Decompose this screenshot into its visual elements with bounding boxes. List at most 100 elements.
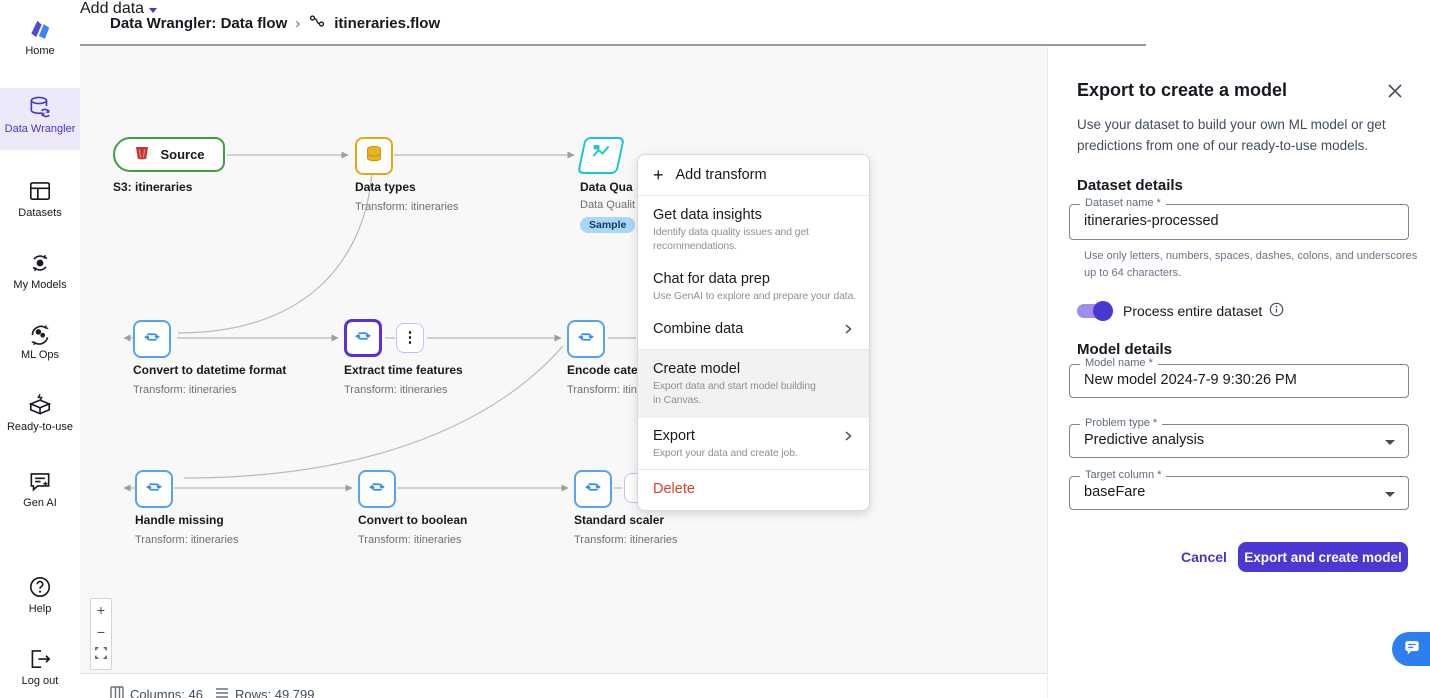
menu-item-label: Combine data — [653, 321, 744, 337]
sidebar-item-data-wrangler[interactable]: Data Wrangler — [0, 88, 80, 150]
node-label-data-quality: Data Qua Data Qualit Sample — [580, 180, 636, 233]
sidebar-item-label: Ready-to-use — [6, 421, 74, 433]
transform-loop-icon — [582, 476, 604, 503]
panel-description: Use your dataset to build your own ML mo… — [1077, 114, 1386, 156]
canvas-status-bar: Columns: 46 Rows: 49,799 — [80, 673, 1047, 698]
node-extract-time[interactable] — [344, 319, 382, 357]
sidebar-item-label: Log out — [21, 675, 59, 687]
sidebar-item-label: Help — [28, 603, 52, 615]
breadcrumb-flow-name: itineraries.flow — [334, 14, 441, 32]
node-standard-scaler[interactable] — [574, 470, 612, 508]
status-columns-label: Columns: 46 — [130, 687, 203, 698]
problem-type-select[interactable]: Problem type * Predictive analysis — [1069, 417, 1409, 458]
node-subtitle: Transform: itineraries — [355, 201, 459, 213]
close-icon[interactable] — [1386, 82, 1406, 102]
source-badge-label: Source — [160, 147, 205, 162]
node-options-kebab[interactable]: ⋮ — [396, 323, 424, 353]
sidebar-item-my-models[interactable]: My Models — [0, 244, 80, 291]
canvas-logo-icon — [0, 16, 80, 42]
node-data-quality[interactable] — [577, 137, 625, 174]
node-encode-categorical[interactable] — [567, 320, 605, 358]
menu-item-add-transform[interactable]: + Add transform — [638, 155, 869, 196]
flow-canvas[interactable]: Source S3: itineraries Data types Transf… — [80, 46, 1047, 673]
data-wrangler-icon — [0, 94, 80, 120]
menu-item-combine-data[interactable]: Combine data — [638, 312, 869, 349]
status-rows: Rows: 49,799 — [215, 686, 315, 698]
menu-item-export[interactable]: Export Export your data and create job. — [638, 418, 869, 469]
panel-title: Export to create a model — [1077, 80, 1288, 100]
chevron-right-icon — [842, 323, 854, 335]
node-label-convert-datetime: Convert to datetime format Transform: it… — [133, 363, 286, 396]
problem-type-value: Predictive analysis — [1084, 432, 1205, 448]
panel-description-line: Use your dataset to build your own ML mo… — [1077, 117, 1386, 132]
cancel-button[interactable]: Cancel — [1181, 549, 1227, 565]
zoom-out-button[interactable]: − — [91, 621, 111, 643]
dataset-name-field[interactable]: Dataset name * itineraries-processed — [1069, 197, 1409, 240]
node-label-handle-missing: Handle missing Transform: itineraries — [135, 513, 239, 546]
sidebar-item-label: Datasets — [18, 207, 62, 219]
menu-item-label: Delete — [653, 481, 695, 497]
target-column-value: baseFare — [1084, 484, 1146, 500]
transform-loop-icon — [143, 476, 165, 503]
node-convert-boolean[interactable] — [358, 470, 396, 508]
sidebar-item-ml-ops[interactable]: ML Ops — [0, 314, 80, 361]
fit-view-button[interactable] — [91, 647, 111, 669]
chevron-right-icon — [842, 430, 854, 442]
node-title: Data types — [355, 180, 416, 194]
node-convert-datetime[interactable] — [133, 320, 171, 358]
datasets-icon — [0, 178, 80, 204]
helper-line: Use only letters, numbers, spaces, dashe… — [1084, 250, 1418, 262]
node-title: Handle missing — [135, 513, 224, 527]
process-entire-dataset-toggle[interactable] — [1077, 301, 1113, 321]
sidebar-item-home[interactable]: Home — [0, 10, 80, 57]
status-rows-label: Rows: 49,799 — [235, 687, 315, 698]
menu-item-get-data-insights[interactable]: Get data insights Identify data quality … — [638, 196, 869, 262]
s3-icon — [133, 144, 151, 165]
menu-item-chat-for-data-prep[interactable]: Chat for data prep Use GenAI to explore … — [638, 262, 869, 312]
sidebar-item-gen-ai[interactable]: Gen AI — [0, 462, 80, 509]
node-handle-missing[interactable] — [135, 470, 173, 508]
flow-icon — [308, 12, 326, 34]
node-title: Encode cate — [567, 363, 638, 377]
feedback-chat-button[interactable] — [1392, 632, 1430, 666]
model-name-field[interactable]: Model name * New model 2024-7-9 9:30:26 … — [1069, 357, 1409, 398]
toggle-knob — [1093, 301, 1113, 321]
transform-loop-icon — [141, 326, 163, 353]
node-data-types[interactable] — [355, 137, 393, 175]
sidebar-item-help[interactable]: Help — [0, 568, 80, 615]
zoom-in-button[interactable]: + — [91, 599, 111, 621]
node-subtitle: Transform: itineraries — [344, 384, 448, 396]
node-subtitle: Transform: itineraries — [133, 384, 237, 396]
data-quality-chart-icon — [586, 141, 616, 170]
node-label-convert-boolean: Convert to boolean Transform: itinerarie… — [358, 513, 467, 546]
breadcrumb-separator: › — [295, 14, 301, 32]
node-title: Convert to datetime format — [133, 363, 287, 377]
export-and-create-model-button[interactable]: Export and create model — [1238, 542, 1408, 572]
chevron-down-icon — [1385, 440, 1395, 445]
target-column-select[interactable]: Target column * baseFare — [1069, 469, 1409, 510]
model-name-value: New model 2024-7-9 9:30:26 PM — [1084, 372, 1297, 388]
sidebar-item-log-out[interactable]: Log out — [0, 640, 80, 687]
chat-bubble-icon — [1402, 637, 1422, 662]
help-icon — [0, 574, 80, 600]
menu-item-subtitle: Use GenAI to explore and prepare your da… — [653, 291, 857, 302]
menu-item-delete[interactable]: Delete — [638, 470, 869, 510]
node-subtitle: Transform: itineraries — [358, 534, 462, 546]
sidebar-item-ready-to-use[interactable]: Ready-to-use — [0, 386, 80, 433]
transform-loop-icon — [575, 326, 597, 353]
top-header: Data Wrangler: Data flow › itineraries.f… — [80, 0, 1430, 44]
status-columns: Columns: 46 — [110, 686, 203, 698]
ready-to-use-icon — [0, 392, 80, 418]
sidebar-item-datasets[interactable]: Datasets — [0, 172, 80, 219]
node-source[interactable]: Source — [113, 137, 225, 172]
menu-item-label: Chat for data prep — [653, 271, 770, 287]
dataset-details-heading: Dataset details — [1077, 177, 1183, 194]
node-label-extract-time: Extract time features Transform: itinera… — [344, 363, 463, 396]
breadcrumb-root[interactable]: Data Wrangler: Data flow — [110, 15, 287, 32]
info-icon[interactable] — [1269, 302, 1284, 320]
app-window: Home Data Wrangler Datasets My Models ML… — [0, 0, 1430, 698]
menu-item-create-model[interactable]: Create model Export data and start model… — [638, 350, 869, 418]
rows-icon — [215, 686, 229, 698]
dataset-name-label: Dataset name * — [1080, 197, 1166, 209]
header-divider — [80, 44, 1146, 46]
